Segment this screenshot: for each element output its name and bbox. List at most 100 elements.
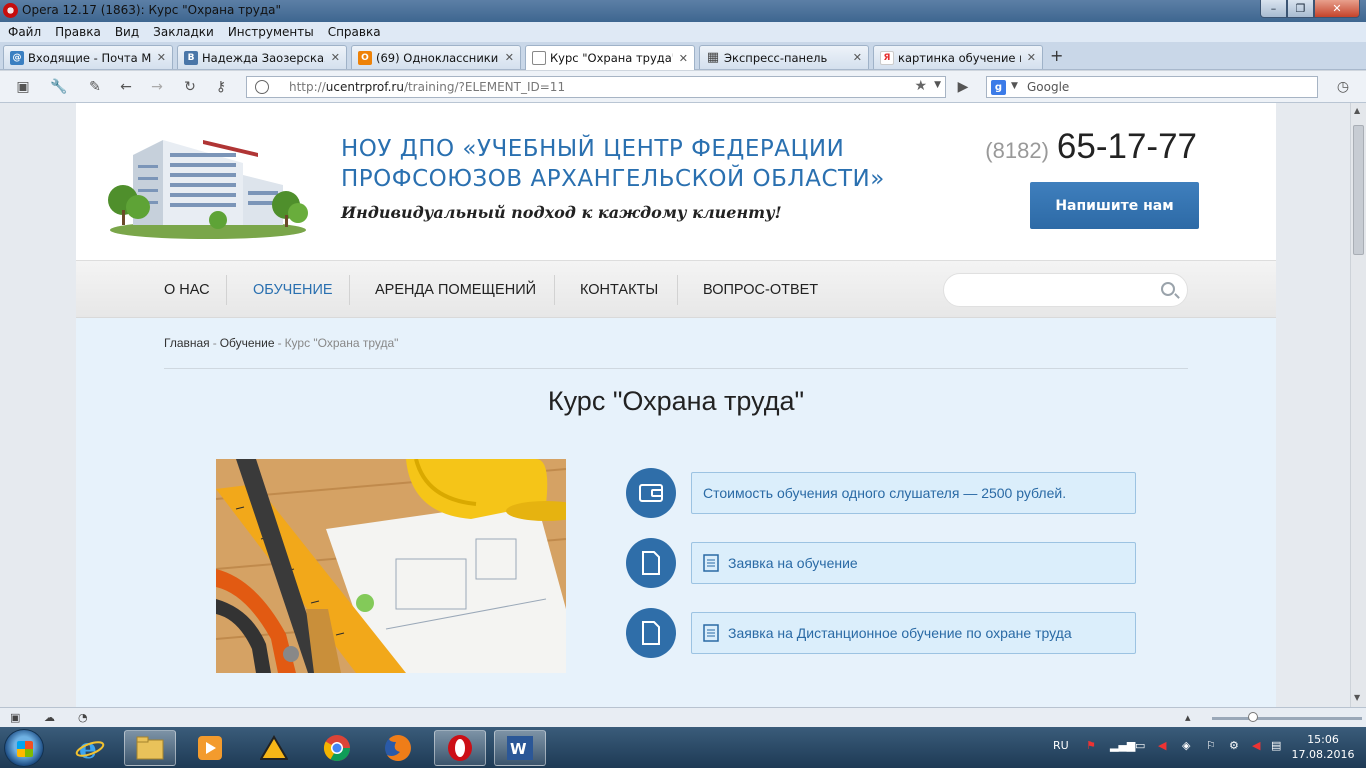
phone-number[interactable]: (8182) 65-17-77 [985, 127, 1197, 167]
breadcrumb-home[interactable]: Главная [164, 336, 210, 350]
tab-mail[interactable]: @ Входящие - Почта Mai... ✕ [3, 45, 173, 69]
close-tab-icon[interactable]: ✕ [679, 52, 688, 65]
close-tab-icon[interactable]: ✕ [505, 51, 514, 64]
aimp-icon[interactable] [248, 730, 300, 766]
nav-about[interactable]: О НАС [164, 261, 210, 319]
internet-explorer-icon[interactable]: e [64, 730, 116, 766]
menu-view[interactable]: Вид [115, 25, 139, 39]
tab-odnoklassniki[interactable]: O (69) Одноклассники ✕ [351, 45, 521, 69]
address-field[interactable]: http://ucentrprof.ru/training/?ELEMENT_I… [246, 76, 946, 98]
contact-us-button[interactable]: Напишите нам [1030, 182, 1199, 229]
building-logo[interactable] [108, 125, 308, 240]
nav-rental[interactable]: АРЕНДА ПОМЕЩЕНИЙ [375, 261, 536, 319]
tab-vk[interactable]: B Надежда Заозерская ✕ [177, 45, 347, 69]
go-arrow-icon[interactable]: ▶ [954, 78, 972, 96]
panel-icon[interactable]: ▣ [10, 711, 20, 724]
site-search-input[interactable] [943, 273, 1188, 307]
phone-area-code: (8182) [985, 138, 1049, 163]
start-button[interactable] [4, 729, 44, 767]
nav-contacts[interactable]: КОНТАКТЫ [580, 261, 658, 319]
chrome-icon[interactable] [311, 730, 363, 766]
minimize-button[interactable]: – [1260, 0, 1287, 18]
nav-divider [677, 275, 678, 305]
menu-edit[interactable]: Правка [55, 25, 101, 39]
breadcrumb-separator: - [212, 336, 217, 350]
chevron-down-icon[interactable]: ▼ [934, 80, 941, 90]
speed-dial-icon: ▦ [706, 50, 720, 65]
yandex-icon: Я [880, 50, 894, 65]
reload-icon[interactable]: ↻ [181, 78, 199, 96]
nav-faq[interactable]: ВОПРОС-ОТВЕТ [703, 261, 818, 319]
speaker-icon[interactable]: ◀ [1252, 739, 1260, 752]
window-title-bar: Opera 12.17 (1863): Курс "Охрана труда" … [0, 0, 1366, 22]
zoom-slider-handle[interactable] [1248, 712, 1258, 722]
language-indicator[interactable]: RU [1053, 739, 1069, 752]
zoom-slider[interactable] [1212, 717, 1362, 720]
vertical-scrollbar[interactable]: ▲ ▼ [1350, 103, 1366, 707]
menu-help[interactable]: Справка [328, 25, 381, 39]
close-tab-icon[interactable]: ✕ [853, 51, 862, 64]
opera-taskbar-icon[interactable] [434, 730, 486, 766]
panel-toggle-icon[interactable]: ▣ [14, 78, 32, 96]
menu-file[interactable]: Файл [8, 25, 41, 39]
scrollbar-thumb[interactable] [1353, 125, 1364, 255]
search-engine-field[interactable]: g ▼ Google [986, 76, 1318, 98]
network-icon[interactable]: ▂▄▆ [1110, 739, 1135, 752]
app-tray-icon[interactable]: ◈ [1182, 739, 1190, 752]
wrench-icon[interactable]: 🔧 [50, 78, 68, 96]
restore-button[interactable]: ❐ [1287, 0, 1314, 18]
tray-gear-icon[interactable]: ⚙ [1229, 739, 1239, 752]
system-clock[interactable]: 15:06 17.08.2016 [1290, 732, 1356, 762]
printer-icon[interactable]: ▤ [1271, 739, 1281, 752]
google-icon[interactable]: g [991, 80, 1006, 95]
back-icon[interactable]: ← [117, 78, 135, 96]
menu-tools[interactable]: Инструменты [228, 25, 314, 39]
menu-bookmarks[interactable]: Закладки [153, 25, 214, 39]
tab-speed-dial[interactable]: ▦ Экспресс-панель ✕ [699, 45, 869, 69]
flag-alert-icon[interactable]: ⚑ [1086, 739, 1096, 752]
nav-training[interactable]: ОБУЧЕНИЕ [253, 261, 333, 319]
new-tab-button[interactable]: + [1050, 46, 1063, 65]
close-tab-icon[interactable]: ✕ [331, 51, 340, 64]
word-icon[interactable]: W [494, 730, 546, 766]
chevron-down-icon[interactable]: ▼ [1011, 81, 1018, 91]
volume-muted-icon[interactable]: ◀ [1158, 739, 1166, 752]
breadcrumb-training[interactable]: Обучение [220, 336, 275, 350]
scroll-down-icon[interactable]: ▼ [1354, 693, 1360, 702]
close-tab-icon[interactable]: ✕ [1027, 51, 1036, 64]
key-icon[interactable]: ⚷ [212, 78, 230, 96]
org-line-1: НОУ ДПО «УЧЕБНЫЙ ЦЕНТР ФЕДЕРАЦИИ [341, 136, 845, 162]
close-button[interactable]: ✕ [1314, 0, 1360, 18]
application-link[interactable]: Заявка на обучение [691, 542, 1136, 584]
firefox-icon[interactable] [372, 730, 424, 766]
org-line-2: ПРОФСОЮЗОВ АРХАНГЕЛЬСКОЙ ОБЛАСТИ» [341, 166, 885, 192]
tab-label: Экспресс-панель [724, 50, 828, 65]
speed-icon[interactable]: ◔ [78, 711, 88, 724]
distance-application-link[interactable]: Заявка на Дистанционное обучение по охра… [691, 612, 1136, 654]
file-explorer-icon[interactable] [124, 730, 176, 766]
form-icon [703, 554, 719, 572]
mail-icon: @ [10, 50, 24, 65]
opera-logo-icon[interactable] [3, 3, 18, 18]
pen-icon[interactable]: ✎ [86, 78, 104, 96]
battery-icon[interactable]: ▭ [1135, 739, 1145, 752]
clock-time: 15:06 [1307, 733, 1339, 746]
forward-icon[interactable]: → [148, 78, 166, 96]
main-content: Главная - Обучение - Курс "Охрана труда" Кур… [76, 318, 1276, 707]
tab-course[interactable]: Курс "Охрана труда" ✕ [525, 45, 695, 70]
bookmark-star-icon[interactable]: ★ [914, 78, 927, 94]
zoom-arrow-icon[interactable]: ▴ [1185, 711, 1191, 724]
search-icon[interactable] [1161, 282, 1175, 296]
cloud-icon[interactable]: ☁ [44, 711, 55, 724]
media-player-icon[interactable] [184, 730, 236, 766]
document-icon [626, 538, 676, 588]
safety-tools-image [216, 459, 566, 673]
url-scheme: http:// [289, 80, 326, 94]
scroll-up-icon[interactable]: ▲ [1354, 106, 1360, 115]
form-icon [703, 624, 719, 642]
breadcrumb: Главная - Обучение - Курс "Охрана труда" [164, 336, 398, 350]
tab-yandex[interactable]: Я картинка обучение по... ✕ [873, 45, 1043, 69]
action-center-icon[interactable]: ⚐ [1206, 739, 1216, 752]
close-tab-icon[interactable]: ✕ [157, 51, 166, 64]
history-clock-icon[interactable]: ◷ [1334, 78, 1352, 96]
